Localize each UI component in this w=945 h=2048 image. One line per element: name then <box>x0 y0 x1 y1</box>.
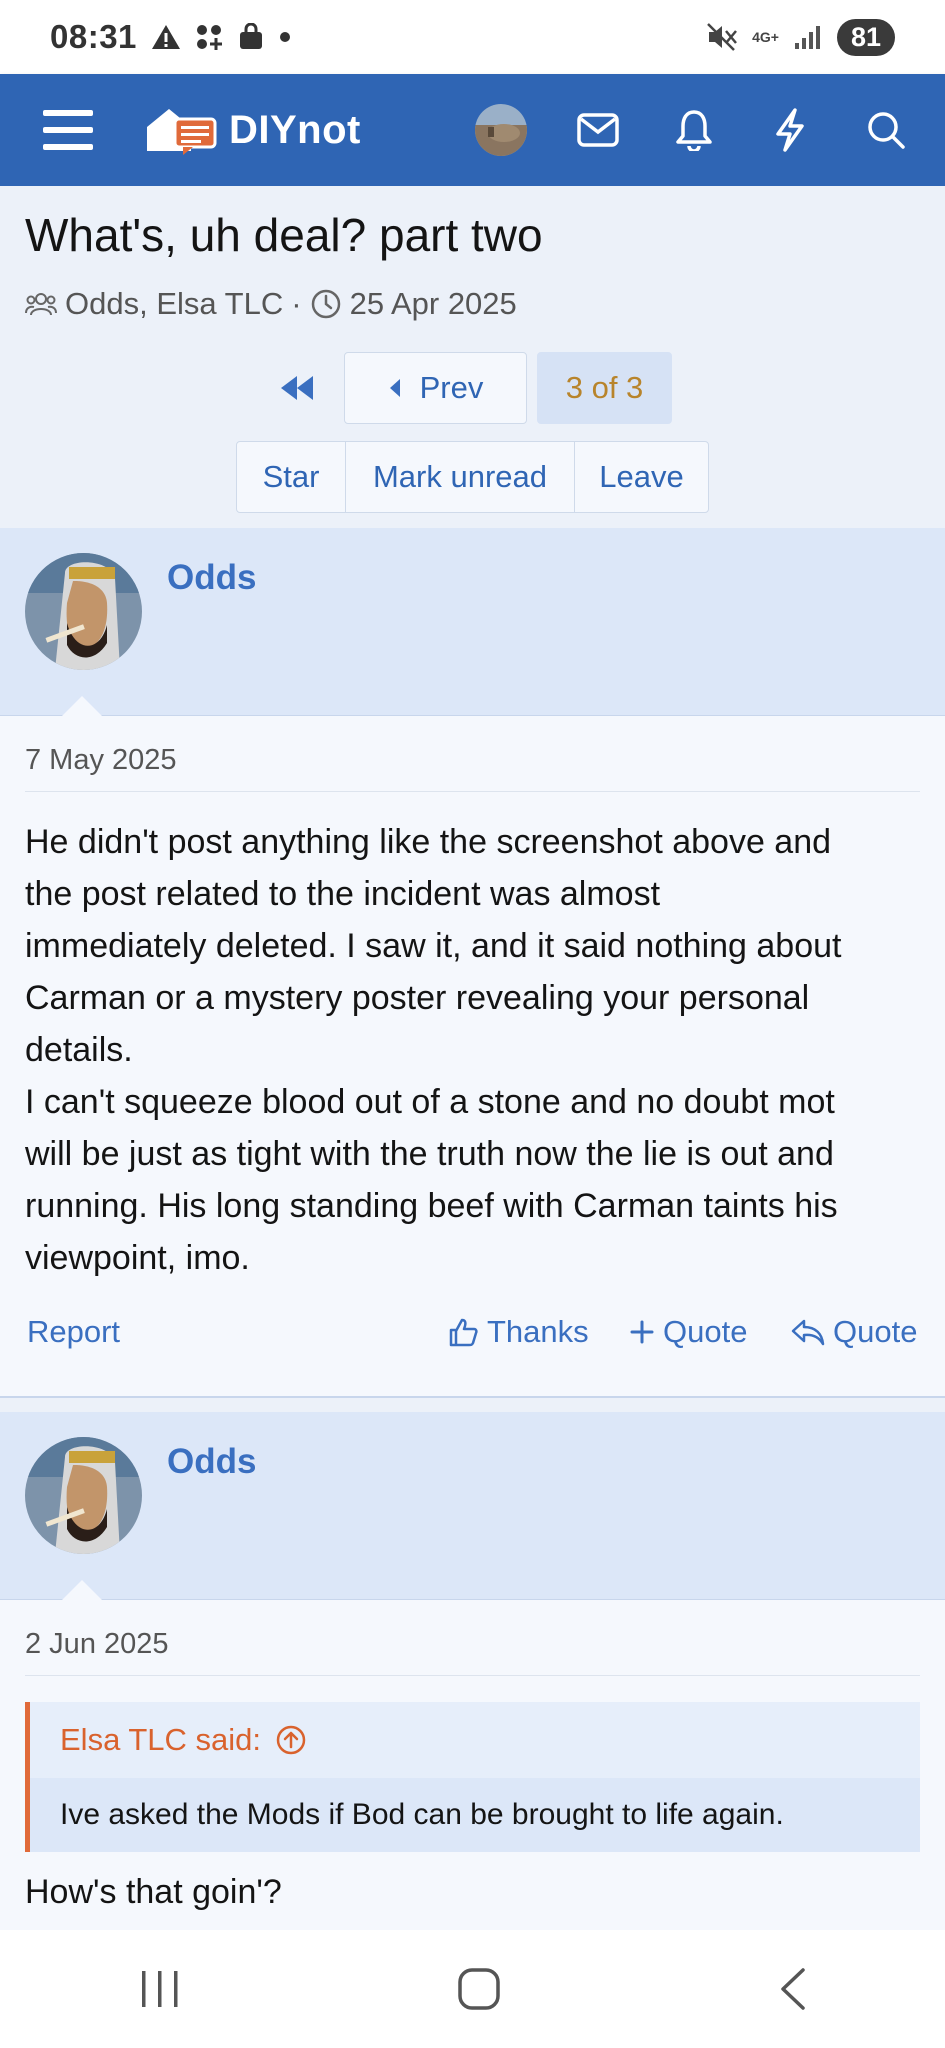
mark-unread-label: Mark unread <box>372 459 548 494</box>
bell-icon[interactable] <box>666 74 722 186</box>
post-line: He didn't post anything like the screens… <box>25 823 832 861</box>
post-separator <box>0 1396 945 1412</box>
status-bar: 08:31 4G+ 81 <box>0 0 945 74</box>
multi-quote-label: Quote <box>663 1314 748 1349</box>
post-username[interactable]: Odds <box>167 558 256 598</box>
double-chevron-left-icon <box>281 376 313 400</box>
thumbs-up-icon <box>449 1318 478 1347</box>
notch <box>62 696 102 716</box>
top-navbar: DIYnot <box>0 74 945 186</box>
post-line: viewpoint, imo. <box>25 1239 250 1277</box>
post-divider <box>25 1675 920 1676</box>
first-page-button[interactable] <box>272 352 322 424</box>
meta-separator: · <box>291 286 302 321</box>
battery-level: 81 <box>836 18 895 56</box>
quote-button[interactable]: Quote <box>791 1314 917 1350</box>
post-line: the post related to the incident was alm… <box>25 875 661 913</box>
post-username[interactable]: Odds <box>167 1442 256 1482</box>
home-icon[interactable] <box>457 1967 501 2011</box>
mark-unread-button[interactable]: Mark unread <box>346 442 575 512</box>
status-left-icons <box>151 23 291 51</box>
signal-icon <box>794 26 820 49</box>
lightning-icon[interactable] <box>762 74 818 186</box>
prev-page-button[interactable]: Prev <box>344 352 527 424</box>
post-line: immediately deleted. I saw it, and it sa… <box>25 927 842 965</box>
current-page-label: 3 of 3 <box>565 370 644 405</box>
system-nav-bar <box>0 1930 945 2048</box>
post-line: will be just as tight with the truth now… <box>25 1135 834 1173</box>
shopping-bag-icon <box>239 23 262 49</box>
thread-actions: Star Mark unread Leave <box>236 441 709 513</box>
avatar[interactable] <box>474 74 528 186</box>
status-right-icons: 4G+ 81 <box>706 18 895 56</box>
quote-block: Elsa TLC said: Ive asked the Mods if Bod… <box>25 1702 920 1852</box>
post-line: Carman or a mystery poster revealing you… <box>25 979 810 1017</box>
thanks-label: Thanks <box>487 1314 589 1349</box>
post-divider <box>25 791 920 792</box>
star-button[interactable]: Star <box>237 442 346 512</box>
thanks-button[interactable]: Thanks <box>447 1314 589 1350</box>
current-page-indicator[interactable]: 3 of 3 <box>537 352 672 424</box>
reply-icon <box>791 1319 825 1346</box>
post-line: running. His long standing beef with Car… <box>25 1187 838 1225</box>
post-reply: How's that goin'? <box>25 1873 282 1911</box>
house-logo-icon <box>147 109 217 155</box>
menu-icon[interactable] <box>38 74 98 186</box>
post-line: details. <box>25 1031 133 1069</box>
quote-header[interactable]: Elsa TLC said: <box>30 1702 920 1778</box>
thread-participants[interactable]: Odds, Elsa TLC <box>65 286 283 322</box>
search-icon[interactable] <box>858 74 914 186</box>
post-user-header: Odds <box>0 528 945 716</box>
star-label: Star <box>262 459 320 494</box>
network-label: 4G+ <box>752 29 779 45</box>
post-date[interactable]: 7 May 2025 <box>25 744 177 777</box>
quote-author: Elsa TLC said: <box>60 1722 262 1757</box>
status-time: 08:31 <box>50 18 137 55</box>
plus-icon <box>630 1320 654 1344</box>
diynot-logo[interactable]: DIYnot <box>143 74 383 186</box>
arrow-up-circle-icon[interactable] <box>275 1724 307 1756</box>
post-line: I can't squeeze blood out of a stone and… <box>25 1083 835 1121</box>
thread-date[interactable]: 25 Apr 2025 <box>350 286 517 322</box>
prev-label: Prev <box>419 370 484 405</box>
multi-quote-button[interactable]: Quote <box>629 1314 747 1350</box>
post-user-header: Odds <box>0 1412 945 1600</box>
user-avatar[interactable] <box>25 553 142 670</box>
warning-icon <box>151 25 180 49</box>
back-icon[interactable] <box>777 1967 807 2011</box>
thread-meta: Odds, Elsa TLC · 25 Apr 2025 <box>25 286 517 322</box>
apps-icon <box>196 25 222 50</box>
clock-icon <box>311 289 340 319</box>
recents-icon[interactable] <box>138 1969 182 2009</box>
leave-button[interactable]: Leave <box>575 442 708 512</box>
logo-text: DIYnot <box>229 107 361 152</box>
report-button[interactable]: Report <box>27 1314 120 1350</box>
caret-left-icon <box>389 379 400 397</box>
user-avatar[interactable] <box>25 1437 142 1554</box>
dot-icon <box>279 32 290 42</box>
quote-text: Ive asked the Mods if Bod can be brought… <box>30 1778 920 1852</box>
mail-icon[interactable] <box>570 74 626 186</box>
post-date[interactable]: 2 Jun 2025 <box>25 1628 169 1661</box>
report-label: Report <box>27 1314 121 1349</box>
participants-icon <box>25 293 57 316</box>
mute-icon <box>707 23 738 51</box>
quote-label: Quote <box>833 1314 918 1349</box>
leave-label: Leave <box>599 459 684 494</box>
post-actions: Report Thanks Quote Quote <box>0 1314 945 1364</box>
notch <box>62 1580 102 1600</box>
page-title: What's, uh deal? part two <box>25 209 543 261</box>
post-body: He didn't post anything like the screens… <box>25 816 925 1284</box>
